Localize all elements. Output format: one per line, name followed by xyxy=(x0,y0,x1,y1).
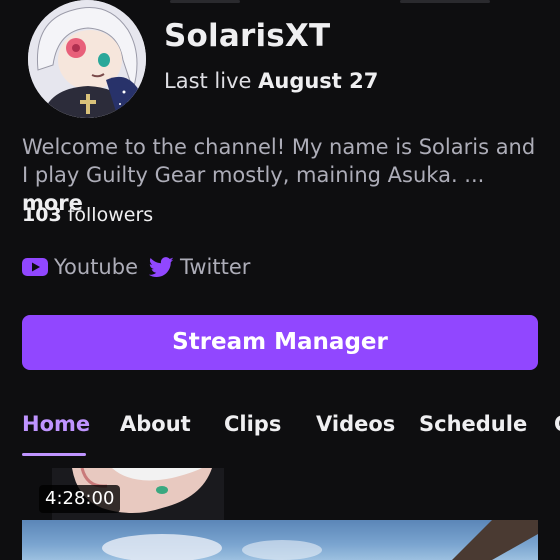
thumbnail-image xyxy=(22,520,538,560)
tab-schedule[interactable]: Schedule xyxy=(419,412,527,436)
social-link-youtube[interactable]: Youtube xyxy=(22,255,138,279)
last-live-status: Last live August 27 xyxy=(164,69,378,93)
last-live-date: August 27 xyxy=(258,69,379,93)
video-card[interactable]: 4:28:00 xyxy=(22,468,538,560)
tab-overflow[interactable]: C xyxy=(554,412,560,436)
social-link-twitter[interactable]: Twitter xyxy=(149,255,250,279)
video-duration-badge: 4:28:00 xyxy=(39,485,121,513)
active-tab-indicator xyxy=(22,453,86,456)
top-scroll-fragment xyxy=(150,0,530,4)
tab-about[interactable]: About xyxy=(120,412,191,436)
last-live-prefix: Last live xyxy=(164,69,252,93)
followers-count[interactable]: 103 followers xyxy=(22,204,153,226)
youtube-icon xyxy=(22,258,48,276)
followers-label: followers xyxy=(67,204,154,226)
twitter-icon xyxy=(149,256,174,277)
social-label-twitter: Twitter xyxy=(180,255,251,279)
channel-name: SolarisXT xyxy=(164,18,331,54)
followers-number: 103 xyxy=(22,204,62,226)
avatar[interactable] xyxy=(28,0,146,118)
stream-manager-button[interactable]: Stream Manager xyxy=(22,315,538,370)
tab-clips[interactable]: Clips xyxy=(224,412,281,436)
channel-tabs: Home About Clips Videos Schedule C xyxy=(0,412,560,460)
avatar-image xyxy=(28,0,146,118)
social-label-youtube: Youtube xyxy=(54,255,138,279)
tab-home[interactable]: Home xyxy=(22,412,90,436)
tab-videos[interactable]: Videos xyxy=(316,412,395,436)
thumbnail-scenery xyxy=(102,520,538,560)
bio-text: Welcome to the channel! My name is Solar… xyxy=(22,135,536,187)
